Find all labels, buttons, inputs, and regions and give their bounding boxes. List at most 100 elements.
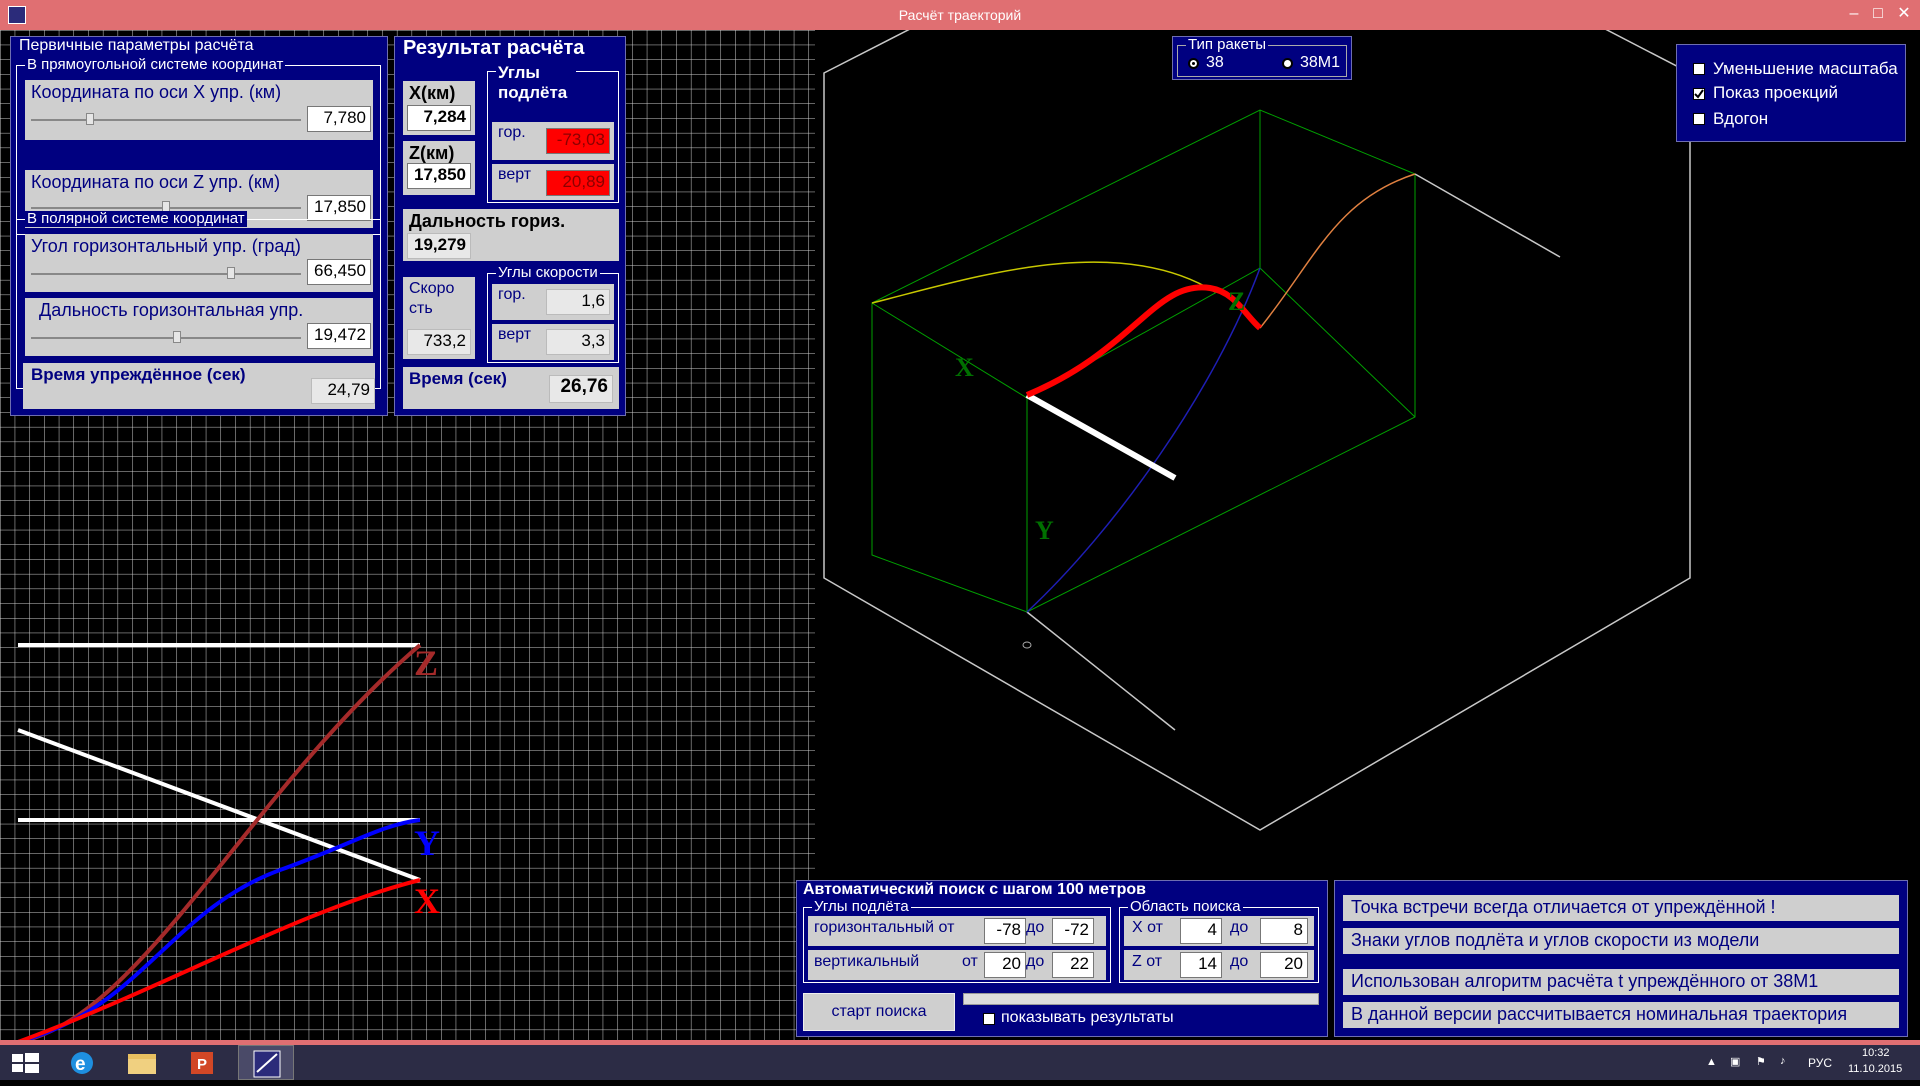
svg-text:P: P bbox=[197, 1056, 207, 1073]
lead-time-label: Время упреждённое (сек) bbox=[31, 365, 246, 384]
lead-time-value: 24,79 bbox=[311, 378, 375, 404]
target-segment bbox=[1025, 392, 1177, 481]
outer-cube bbox=[823, 30, 1691, 831]
search-x-to-input[interactable]: 8 bbox=[1260, 918, 1308, 944]
speed-hor-box: гор. 1,6 bbox=[492, 284, 614, 320]
show-results-label: показывать результаты bbox=[1001, 1009, 1174, 1026]
axis-line-right bbox=[1414, 173, 1561, 258]
powerpoint-taskbar-button[interactable]: P bbox=[178, 1045, 226, 1080]
launch-angles-caption: Углы подлёта bbox=[496, 63, 576, 103]
folder-icon bbox=[128, 1054, 156, 1074]
search-area-group: Область поиска X от 4 до 8 Z от 14 до 20 bbox=[1119, 899, 1319, 983]
rocket-38m1-label: 38М1 bbox=[1300, 54, 1341, 71]
rocket-38-radio[interactable] bbox=[1188, 58, 1199, 69]
speed-value: 733,2 bbox=[407, 329, 471, 355]
z-axis-label: Z bbox=[1228, 287, 1245, 316]
speed-vert-box: верт 3,3 bbox=[492, 324, 614, 360]
speed-hor-label: гор. bbox=[498, 286, 526, 303]
search-hor-to-input[interactable]: -72 bbox=[1052, 918, 1094, 944]
x-coord-slider-track[interactable] bbox=[31, 119, 301, 121]
x-projection-label: X bbox=[414, 881, 440, 921]
axis-line-bottom bbox=[1026, 611, 1176, 731]
search-vert-from-input[interactable]: 20 bbox=[984, 952, 1026, 978]
trajectory-app-icon bbox=[253, 1050, 281, 1078]
ie-taskbar-button[interactable]: e bbox=[58, 1045, 106, 1080]
speed-vert-value: 3,3 bbox=[546, 329, 610, 355]
clock-time[interactable]: 10:32 bbox=[1862, 1047, 1890, 1059]
rocket-38-label: 38 bbox=[1206, 54, 1224, 71]
z-coord-input[interactable]: 17,850 bbox=[307, 195, 371, 221]
search-x-from-input[interactable]: 4 bbox=[1180, 918, 1222, 944]
auto-search-panel: Автоматический поиск с шагом 100 метров … bbox=[796, 880, 1328, 1037]
speed-box: Скоро сть 733,2 bbox=[403, 277, 475, 359]
search-hor-label: горизонтальный от bbox=[814, 919, 955, 936]
search-vert-to-label: до bbox=[1026, 953, 1045, 970]
title-bar: Расчёт траекторий – □ ✕ bbox=[0, 0, 1920, 30]
volume-icon[interactable]: ♪ bbox=[1780, 1055, 1786, 1067]
origin-marker bbox=[1022, 641, 1032, 649]
search-hor-row: горизонтальный от -78 до -72 bbox=[808, 916, 1106, 946]
search-z-label: Z от bbox=[1132, 953, 1163, 970]
clock-date[interactable]: 11.10.2015 bbox=[1848, 1063, 1902, 1075]
svg-text:e: e bbox=[75, 1054, 86, 1075]
angle-slider-thumb[interactable] bbox=[226, 267, 235, 279]
show-results-checkbox[interactable] bbox=[983, 1013, 995, 1025]
explorer-taskbar-button[interactable] bbox=[118, 1045, 166, 1080]
z-result-box: Z(км) 17,850 bbox=[403, 141, 475, 195]
search-z-from-input[interactable]: 14 bbox=[1180, 952, 1222, 978]
time-value: 26,76 bbox=[549, 375, 613, 403]
pursuit-checkbox[interactable] bbox=[1693, 113, 1705, 125]
result-panel: Результат расчёта X(км) 7,284 Z(км) 17,8… bbox=[394, 36, 626, 416]
angle-input[interactable]: 66,450 bbox=[307, 259, 371, 285]
internet-explorer-icon: e bbox=[71, 1052, 93, 1075]
trajectory-curve bbox=[1025, 284, 1263, 398]
show-projections-checkbox[interactable] bbox=[1693, 88, 1705, 100]
language-indicator[interactable]: РУС bbox=[1808, 1056, 1832, 1070]
range-slider-thumb[interactable] bbox=[172, 331, 181, 343]
z-projection-label: Z bbox=[414, 643, 438, 683]
angle-label: Угол горизонтальный упр. (град) bbox=[31, 236, 301, 256]
launch-angles-group: Углы подлёта гор. -73,03 верт 20,89 bbox=[487, 63, 619, 203]
range-input[interactable]: 19,472 bbox=[307, 323, 371, 349]
network-icon[interactable]: ▣ bbox=[1730, 1055, 1740, 1068]
speed-hor-value: 1,6 bbox=[546, 289, 610, 315]
scale-down-label: Уменьшение масштаба bbox=[1713, 59, 1898, 78]
range-slider-track[interactable] bbox=[31, 337, 301, 339]
start-button[interactable] bbox=[0, 1045, 52, 1080]
y-axis-label: Y bbox=[1035, 516, 1054, 545]
taskbar: e P ▲ ▣ ⚑ ♪ РУС 10:32 11.10.2015 bbox=[0, 1045, 1920, 1080]
search-hor-from-input[interactable]: -78 bbox=[984, 918, 1026, 944]
angle-box: Угол горизонтальный упр. (град) 66,450 bbox=[25, 234, 373, 292]
search-z-to-input[interactable]: 20 bbox=[1260, 952, 1308, 978]
inner-box bbox=[871, 109, 1416, 613]
x-result-label: X(км) bbox=[409, 83, 456, 103]
launch-hor-box: гор. -73,03 bbox=[492, 122, 614, 160]
close-button[interactable]: ✕ bbox=[1882, 0, 1920, 30]
x-result-value: 7,284 bbox=[407, 105, 471, 131]
x-result-box: X(км) 7,284 bbox=[403, 81, 475, 135]
rocket-38m1-radio[interactable] bbox=[1282, 58, 1293, 69]
search-vert-to-input[interactable]: 22 bbox=[1052, 952, 1094, 978]
rect-coords-caption: В прямоугольной системе координат bbox=[25, 56, 286, 73]
tray-arrow-icon[interactable]: ▲ bbox=[1706, 1056, 1717, 1068]
flag-icon[interactable]: ⚑ bbox=[1756, 1055, 1766, 1068]
y-projection-label: Y bbox=[414, 823, 440, 863]
windows-icon bbox=[12, 1053, 39, 1073]
x-coord-slider-thumb[interactable] bbox=[86, 113, 95, 125]
auto-search-caption: Автоматический поиск с шагом 100 метров bbox=[803, 881, 1146, 898]
z-coord-label: Координата по оси Z упр. (км) bbox=[31, 172, 281, 192]
search-x-to-label: до bbox=[1230, 919, 1249, 936]
rocket-type-group: Тип ракеты 38 38М1 bbox=[1177, 37, 1347, 77]
show-projections-label: Показ проекций bbox=[1713, 83, 1839, 102]
trajectory-app-taskbar-button[interactable] bbox=[238, 1045, 294, 1080]
angle-slider-track[interactable] bbox=[31, 273, 301, 275]
launch-hor-label: гор. bbox=[498, 124, 526, 141]
launch-vert-label: верт bbox=[498, 166, 532, 183]
rocket-type-panel: Тип ракеты 38 38М1 bbox=[1172, 36, 1352, 80]
speed-angles-caption: Углы скорости bbox=[496, 264, 600, 281]
start-search-button[interactable]: старт поиска bbox=[803, 993, 955, 1031]
speed-vert-label: верт bbox=[498, 326, 532, 343]
search-vert-from-label: от bbox=[962, 953, 978, 970]
scale-down-checkbox[interactable] bbox=[1693, 63, 1705, 75]
x-coord-input[interactable]: 7,780 bbox=[307, 106, 371, 132]
